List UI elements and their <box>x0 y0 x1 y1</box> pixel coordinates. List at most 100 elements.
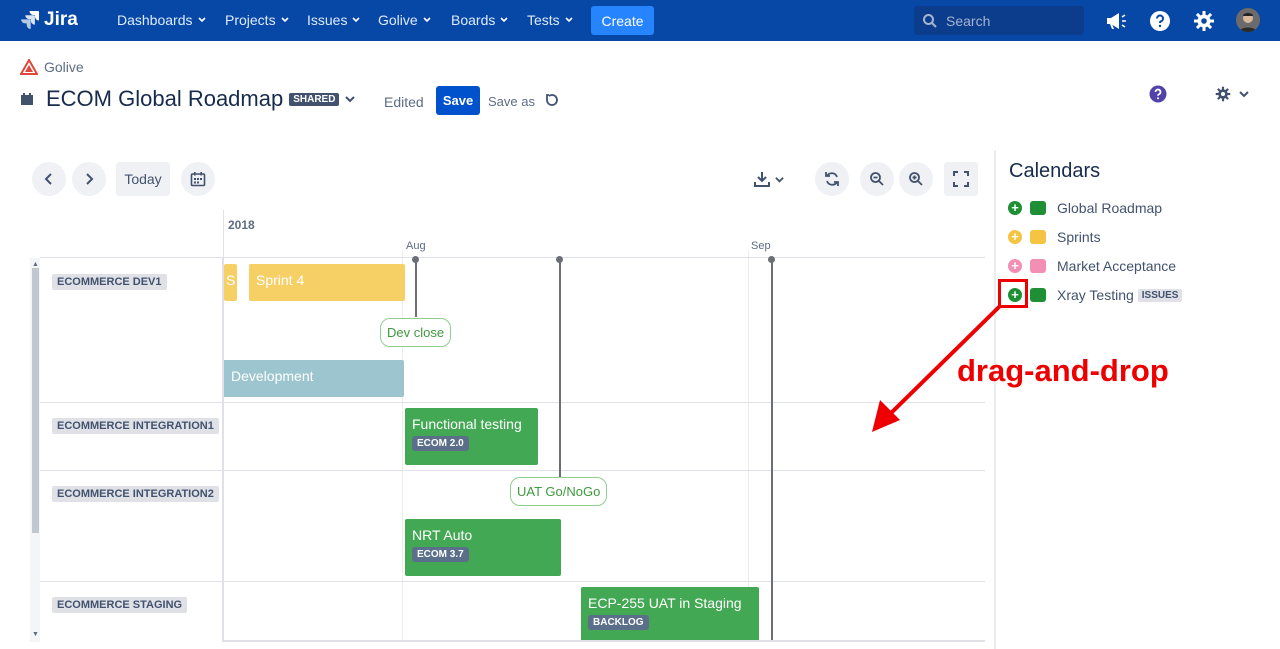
bar-label: NRT Auto <box>412 527 473 543</box>
breadcrumb[interactable]: Golive <box>20 59 84 75</box>
edited-status: Edited <box>384 94 424 110</box>
nav-label: Golive <box>378 12 418 28</box>
save-as-button[interactable]: Save as <box>488 94 535 109</box>
chevron-down-icon <box>281 17 289 23</box>
milestone-uat-go-nogo[interactable]: UAT Go/NoGo <box>510 477 608 506</box>
milestone-dot <box>412 256 419 263</box>
chevron-down-icon <box>775 176 784 183</box>
event-bar-functional-testing[interactable]: Functional testing ECOM 2.0 <box>405 408 538 465</box>
annotation-text: drag-and-drop <box>957 353 1169 388</box>
row-divider <box>40 402 985 403</box>
grid-line <box>402 250 403 642</box>
milestone-dot <box>768 256 775 263</box>
create-button[interactable]: Create <box>591 6 654 35</box>
undo-icon[interactable] <box>544 92 560 108</box>
nav-issues[interactable]: Issues <box>307 12 361 28</box>
month-label: Sep <box>751 240 771 252</box>
issues-badge: ISSUES <box>1137 288 1183 302</box>
export-button[interactable] <box>749 162 789 196</box>
add-icon[interactable]: + <box>1008 259 1022 273</box>
event-bar-sprint-4[interactable]: Sprint 4 <box>249 264 405 301</box>
chevron-down-icon[interactable] <box>345 94 356 104</box>
chevron-down-icon <box>500 17 508 23</box>
search-input[interactable]: Search <box>914 6 1084 35</box>
chevron-right-icon <box>86 173 94 185</box>
event-bar[interactable]: S <box>224 264 237 301</box>
today-button[interactable]: Today <box>116 162 170 196</box>
milestone-dot <box>556 256 563 263</box>
bar-label: Functional testing <box>412 416 522 432</box>
chevron-down-icon <box>197 17 206 23</box>
calendar-item-sprints[interactable]: + Sprints <box>1008 229 1101 245</box>
nav-projects[interactable]: Projects <box>225 12 289 28</box>
vertical-scrollbar[interactable] <box>30 258 40 642</box>
nav-dashboards[interactable]: Dashboards <box>117 12 206 28</box>
settings-gear-icon[interactable] <box>1192 9 1216 33</box>
search-placeholder: Search <box>946 12 991 29</box>
scroll-thumb[interactable] <box>32 268 39 533</box>
milestone-line <box>559 259 561 477</box>
refresh-icon <box>825 172 839 186</box>
jira-icon <box>21 11 39 29</box>
user-avatar[interactable] <box>1236 8 1260 32</box>
add-icon[interactable]: + <box>1008 230 1022 244</box>
refresh-button[interactable] <box>815 162 849 196</box>
gear-icon <box>1215 86 1231 102</box>
notifications-megaphone-icon[interactable] <box>1104 9 1128 33</box>
golive-logo-icon <box>20 59 38 75</box>
scroll-up-arrow-icon[interactable]: ▲ <box>32 261 39 268</box>
jira-logo[interactable]: Jira <box>20 9 78 31</box>
fullscreen-button[interactable] <box>944 162 978 196</box>
download-icon <box>754 172 770 187</box>
horizontal-scrollbar[interactable] <box>223 640 985 642</box>
year-label: 2018 <box>228 218 255 232</box>
chevron-left-icon <box>44 173 52 185</box>
shared-badge: SHARED <box>289 92 340 106</box>
row-label: ECOMMERCE INTEGRATION1 <box>52 418 219 434</box>
zoom-in-button[interactable] <box>899 162 933 196</box>
row-divider <box>40 470 985 471</box>
nav-tests[interactable]: Tests <box>527 12 573 28</box>
nav-boards[interactable]: Boards <box>451 12 508 28</box>
bar-label: S <box>226 272 236 288</box>
fullscreen-icon <box>953 171 969 187</box>
add-icon[interactable]: + <box>1008 201 1022 215</box>
status-tag: BACKLOG <box>588 615 649 630</box>
calendar-item-xray-testing[interactable]: + Xray Testing ISSUES <box>1008 287 1183 303</box>
title-row: ECOM Global Roadmap SHARED <box>20 86 356 112</box>
bar-label: ECP-255 UAT in Staging <box>588 595 742 611</box>
date-picker-button[interactable] <box>181 162 215 196</box>
nav-label: Boards <box>451 12 496 28</box>
event-bar-uat-in-staging[interactable]: ECP-255 UAT in Staging BACKLOG <box>581 587 759 642</box>
help-icon[interactable] <box>1149 85 1167 103</box>
color-swatch <box>1030 201 1046 215</box>
settings-menu[interactable] <box>1215 86 1249 102</box>
scroll-down-arrow-icon[interactable]: ▼ <box>32 631 39 638</box>
calendar-item-market-acceptance[interactable]: + Market Acceptance <box>1008 258 1176 274</box>
help-icon[interactable] <box>1148 9 1172 33</box>
row-label: ECOMMERCE STAGING <box>52 597 188 613</box>
nav-golive[interactable]: Golive <box>378 12 431 28</box>
logo-text: Jira <box>44 9 78 30</box>
chevron-down-icon <box>1239 91 1249 98</box>
save-button[interactable]: Save <box>436 86 480 115</box>
calendars-panel: Calendars + Global Roadmap + Sprints + M… <box>994 150 1280 649</box>
nav-label: Issues <box>307 12 348 28</box>
calendar-name: Sprints <box>1057 229 1101 245</box>
zoom-out-button[interactable] <box>860 162 894 196</box>
calendar-item-global-roadmap[interactable]: + Global Roadmap <box>1008 200 1162 216</box>
event-bar-development[interactable]: Development <box>224 360 404 397</box>
search-icon <box>923 13 937 28</box>
milestone-line <box>771 259 773 642</box>
milestone-dev-close[interactable]: Dev close <box>380 318 452 347</box>
nav-label: Projects <box>225 12 276 28</box>
previous-button[interactable] <box>32 162 66 196</box>
next-button[interactable] <box>72 162 106 196</box>
roadmap-timeline[interactable]: 2018 Aug Sep ECOMMERCE DEV1 ECOMMERCE IN… <box>30 210 985 642</box>
row-labels-column <box>40 258 223 642</box>
chevron-down-icon <box>423 17 431 23</box>
calendar-name: Xray Testing <box>1057 287 1134 303</box>
nav-label: Tests <box>527 12 560 28</box>
calendar-icon <box>190 172 206 187</box>
event-bar-nrt-auto[interactable]: NRT Auto ECOM 3.7 <box>405 519 561 576</box>
